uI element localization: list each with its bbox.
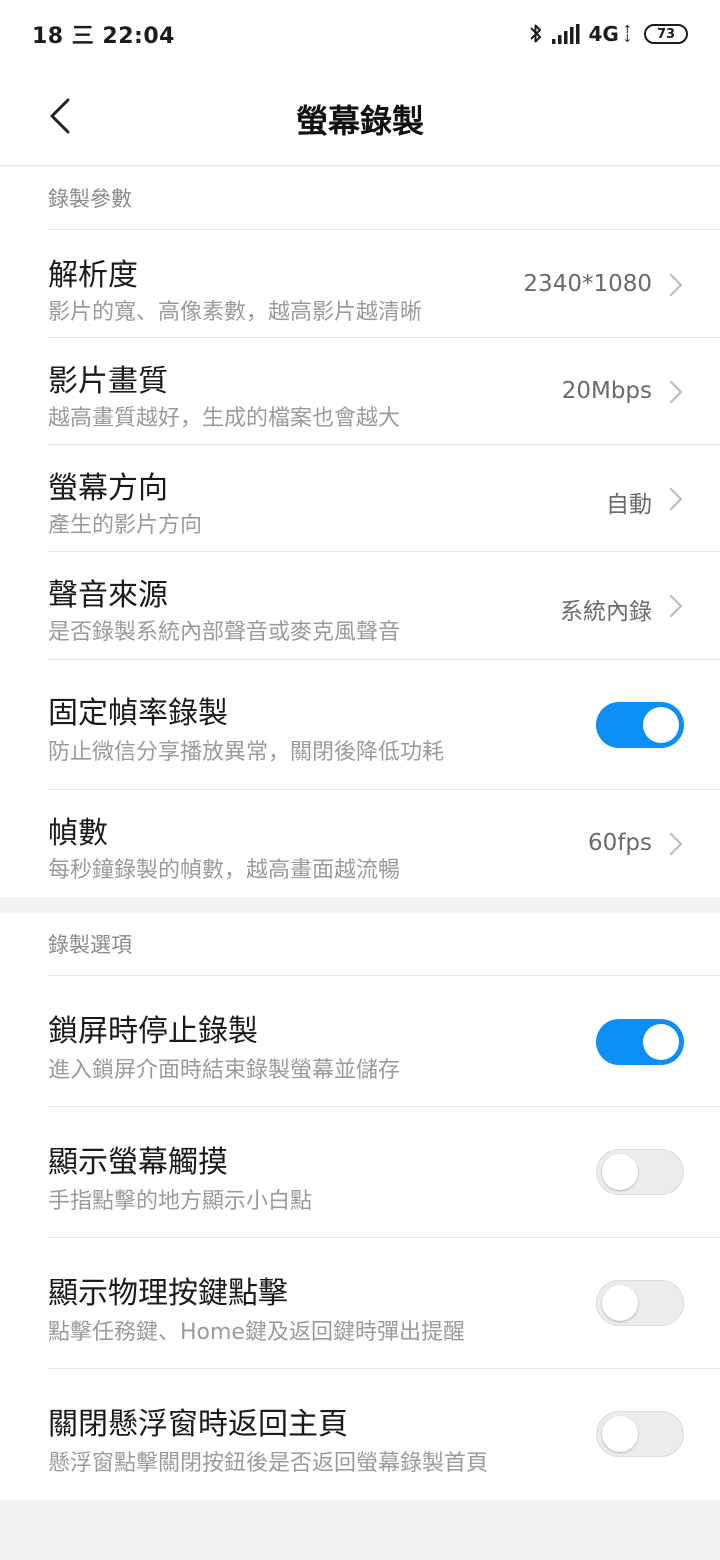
return-home-toggle[interactable] [596,1411,684,1457]
signal-strength-icon [552,24,580,44]
toggle-knob [602,1285,638,1321]
row-desc: 防止微信分享播放異常，關閉後降低功耗 [48,740,445,765]
section-header: 錄製選項 [48,933,132,957]
row-desc: 是否錄製系統內部聲音或麥克風聲音 [48,620,401,645]
network-type: 4G [588,22,619,46]
status-time: 18 三 22:04 [32,24,175,49]
app-header: 螢幕錄製 [0,68,720,166]
row-title: 顯示物理按鍵點擊 [48,1276,288,1311]
row-title: 影片畫質 [48,364,168,399]
bluetooth-icon [528,22,544,46]
data-arrows-icon: ↑ ↓ [622,23,632,45]
chevron-right-icon [669,832,683,856]
page-title: 螢幕錄製 [295,102,424,140]
fixed-framerate-row: 固定幀率錄製 防止微信分享播放異常，關閉後降低功耗 [48,659,720,789]
audio-source-row[interactable]: 聲音來源 是否錄製系統內部聲音或麥克風聲音 系統內錄 [48,551,720,659]
row-desc: 每秒鐘錄製的幀數，越高畫面越流暢 [48,858,401,883]
return-home-row: 關閉懸浮窗時返回主頁 懸浮窗點擊關閉按鈕後是否返回螢幕錄製首頁 [48,1368,720,1499]
row-title: 鎖屏時停止錄製 [48,1014,258,1049]
recording-params-section: 錄製參數 解析度 影片的寬、高像素數，越高影片越清晰 2340*1080 影片畫… [0,167,720,897]
show-touches-toggle[interactable] [596,1149,684,1195]
stop-on-lock-toggle[interactable] [596,1019,684,1065]
status-icons: 4G ↑ ↓ 73 [528,22,688,46]
battery-icon: 73 [644,24,688,44]
row-value: 2340*1080 [523,271,652,297]
toggle-knob [602,1416,638,1452]
row-title: 解析度 [48,258,138,293]
row-title: 固定幀率錄製 [48,696,228,731]
status-bar: 18 三 22:04 4G ↑ ↓ 73 [0,0,720,68]
row-desc: 懸浮窗點擊關閉按鈕後是否返回螢幕錄製首頁 [48,1451,489,1476]
row-value: 20Mbps [561,378,652,404]
show-touches-row: 顯示螢幕觸摸 手指點擊的地方顯示小白點 [48,1106,720,1237]
row-value: 系統內錄 [560,599,652,625]
toggle-knob [643,707,679,743]
stop-on-lock-row: 鎖屏時停止錄製 進入鎖屏介面時結束錄製螢幕並儲存 [48,975,720,1106]
chevron-right-icon [669,380,683,404]
screen-orientation-row[interactable]: 螢幕方向 產生的影片方向 自動 [48,444,720,551]
recording-options-section: 錄製選項 鎖屏時停止錄製 進入鎖屏介面時結束錄製螢幕並儲存 顯示螢幕觸摸 手指點… [0,913,720,1500]
row-desc: 越高畫質越好，生成的檔案也會越大 [48,406,401,431]
row-title: 幀數 [48,816,108,851]
toggle-knob [602,1154,638,1190]
show-physical-keys-row: 顯示物理按鍵點擊 點擊任務鍵、Home鍵及返回鍵時彈出提醒 [48,1237,720,1368]
row-desc: 手指點擊的地方顯示小白點 [48,1189,313,1214]
row-value: 60fps [588,830,652,856]
section-header: 錄製參數 [48,187,132,211]
show-physical-keys-toggle[interactable] [596,1280,684,1326]
video-quality-row[interactable]: 影片畫質 越高畫質越好，生成的檔案也會越大 20Mbps [48,337,720,444]
row-title: 關閉懸浮窗時返回主頁 [48,1407,348,1442]
fixed-framerate-toggle[interactable] [596,702,684,748]
row-desc: 影片的寬、高像素數，越高影片越清晰 [48,300,423,325]
row-desc: 點擊任務鍵、Home鍵及返回鍵時彈出提醒 [48,1320,465,1345]
resolution-row[interactable]: 解析度 影片的寬、高像素數，越高影片越清晰 2340*1080 [48,229,720,337]
row-title: 聲音來源 [48,578,168,613]
row-desc: 產生的影片方向 [48,513,203,538]
frame-rate-row[interactable]: 幀數 每秒鐘錄製的幀數，越高畫面越流暢 60fps [48,789,720,897]
row-title: 螢幕方向 [48,471,168,506]
chevron-right-icon [669,594,683,618]
row-value: 自動 [606,492,652,518]
row-title: 顯示螢幕觸摸 [48,1145,228,1180]
toggle-knob [643,1024,679,1060]
chevron-right-icon [669,273,683,297]
screen: 18 三 22:04 4G ↑ ↓ 73 螢幕錄製 錄製參數 解析度 影片的寬、… [0,0,720,1560]
row-desc: 進入鎖屏介面時結束錄製螢幕並儲存 [48,1058,401,1083]
chevron-right-icon [669,487,683,511]
